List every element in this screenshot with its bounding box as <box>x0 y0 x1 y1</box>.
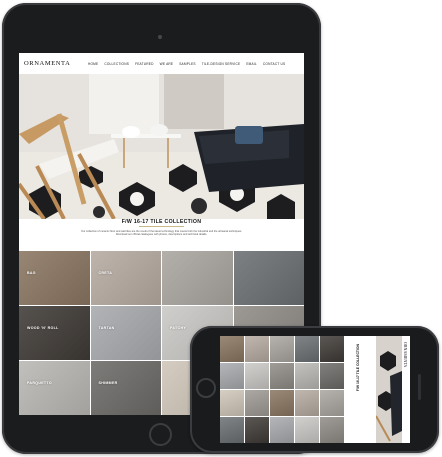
nav-item-design-service[interactable]: TILE-DESIGN SERVICE <box>202 62 241 66</box>
phone-collection-tile[interactable] <box>295 363 319 389</box>
phone-collection-tile[interactable] <box>220 390 244 416</box>
title-underline <box>139 226 184 227</box>
camera-icon <box>158 35 162 39</box>
phone-device: F/W 16-17 TILE COLLECTION ORNAMENTA <box>190 326 439 453</box>
phone-site-logo[interactable]: ORNAMENTA <box>403 342 408 367</box>
phone-collection-tile[interactable] <box>270 417 294 443</box>
phone-collection-tile[interactable] <box>295 417 319 443</box>
phone-home-button[interactable] <box>196 378 216 398</box>
phone-navbar: ORNAMENTA <box>402 336 410 443</box>
hero-image <box>19 74 304 219</box>
phone-collection-tile[interactable] <box>270 390 294 416</box>
phone-collection-title: F/W 16-17 TILE COLLECTION <box>356 344 360 392</box>
collection-tile[interactable]: BAG <box>19 251 90 305</box>
phone-collection-tile[interactable] <box>245 363 269 389</box>
nav-item-samples[interactable]: SAMPLES <box>179 62 195 66</box>
phone-collection-tile[interactable] <box>220 336 244 362</box>
collection-tile[interactable]: TARTAN <box>90 306 161 360</box>
collection-tile-label: TARTAN <box>98 326 115 330</box>
phone-speaker <box>418 374 421 400</box>
nav-item-we-are[interactable]: WE ARE <box>160 62 174 66</box>
nav-item-contact[interactable]: CONTACT US <box>263 62 285 66</box>
phone-collection-tile[interactable] <box>245 390 269 416</box>
phone-collection-grid <box>220 336 344 443</box>
collection-tile-label: SHIMMER <box>98 381 118 385</box>
nav-item-featured[interactable]: FEATURED <box>135 62 154 66</box>
collection-tile-label: BAG <box>27 271 36 275</box>
phone-collection-tile[interactable] <box>220 417 244 443</box>
nav-item-email[interactable]: EMAIL <box>246 62 257 66</box>
phone-collection-tile[interactable] <box>320 336 344 362</box>
collection-title: F/W 16-17 TILE COLLECTION <box>121 219 202 225</box>
phone-collection-tile[interactable] <box>245 417 269 443</box>
collection-tile-label: PATCHY <box>170 326 187 330</box>
collection-tile-label: PARQUETTO <box>27 381 52 385</box>
collection-tile[interactable]: WOOD 'N' ROLL <box>19 306 90 360</box>
tablet-home-button[interactable] <box>149 423 172 446</box>
collection-tile-label: WOOD 'N' ROLL <box>27 326 59 330</box>
phone-collection-tile[interactable] <box>270 336 294 362</box>
phone-collection-tile[interactable] <box>220 363 244 389</box>
phone-collection-tile[interactable] <box>295 336 319 362</box>
phone-collection-tile[interactable] <box>270 363 294 389</box>
collection-tile[interactable] <box>233 251 304 305</box>
phone-hero-image <box>376 336 402 443</box>
collection-tile[interactable]: SHIMMER <box>90 361 161 415</box>
nav-menu: HOME COLLECTIONS FEATURED WE ARE SAMPLES… <box>88 62 285 66</box>
nav-item-home[interactable]: HOME <box>88 62 98 66</box>
phone-collection-tile[interactable] <box>320 417 344 443</box>
collection-tile[interactable]: PARQUETTO <box>19 361 90 415</box>
phone-screen: F/W 16-17 TILE COLLECTION ORNAMENTA <box>220 336 410 443</box>
phone-collection-tile[interactable] <box>245 336 269 362</box>
site-logo[interactable]: ORNAMENTA <box>24 60 74 67</box>
site-navbar: ORNAMENTA HOME COLLECTIONS FEATURED WE A… <box>19 53 304 74</box>
phone-collection-tile[interactable] <box>320 363 344 389</box>
collection-tile[interactable]: CRETA <box>90 251 161 305</box>
collection-tile[interactable] <box>162 251 233 305</box>
collection-description: Our collection of ceramic floor and wall… <box>80 230 243 237</box>
phone-collection-tile[interactable] <box>320 390 344 416</box>
phone-text-column: F/W 16-17 TILE COLLECTION <box>344 336 376 443</box>
phone-collection-tile[interactable] <box>295 390 319 416</box>
collection-tile-label: CRETA <box>98 271 113 275</box>
nav-item-collections[interactable]: COLLECTIONS <box>104 62 129 66</box>
